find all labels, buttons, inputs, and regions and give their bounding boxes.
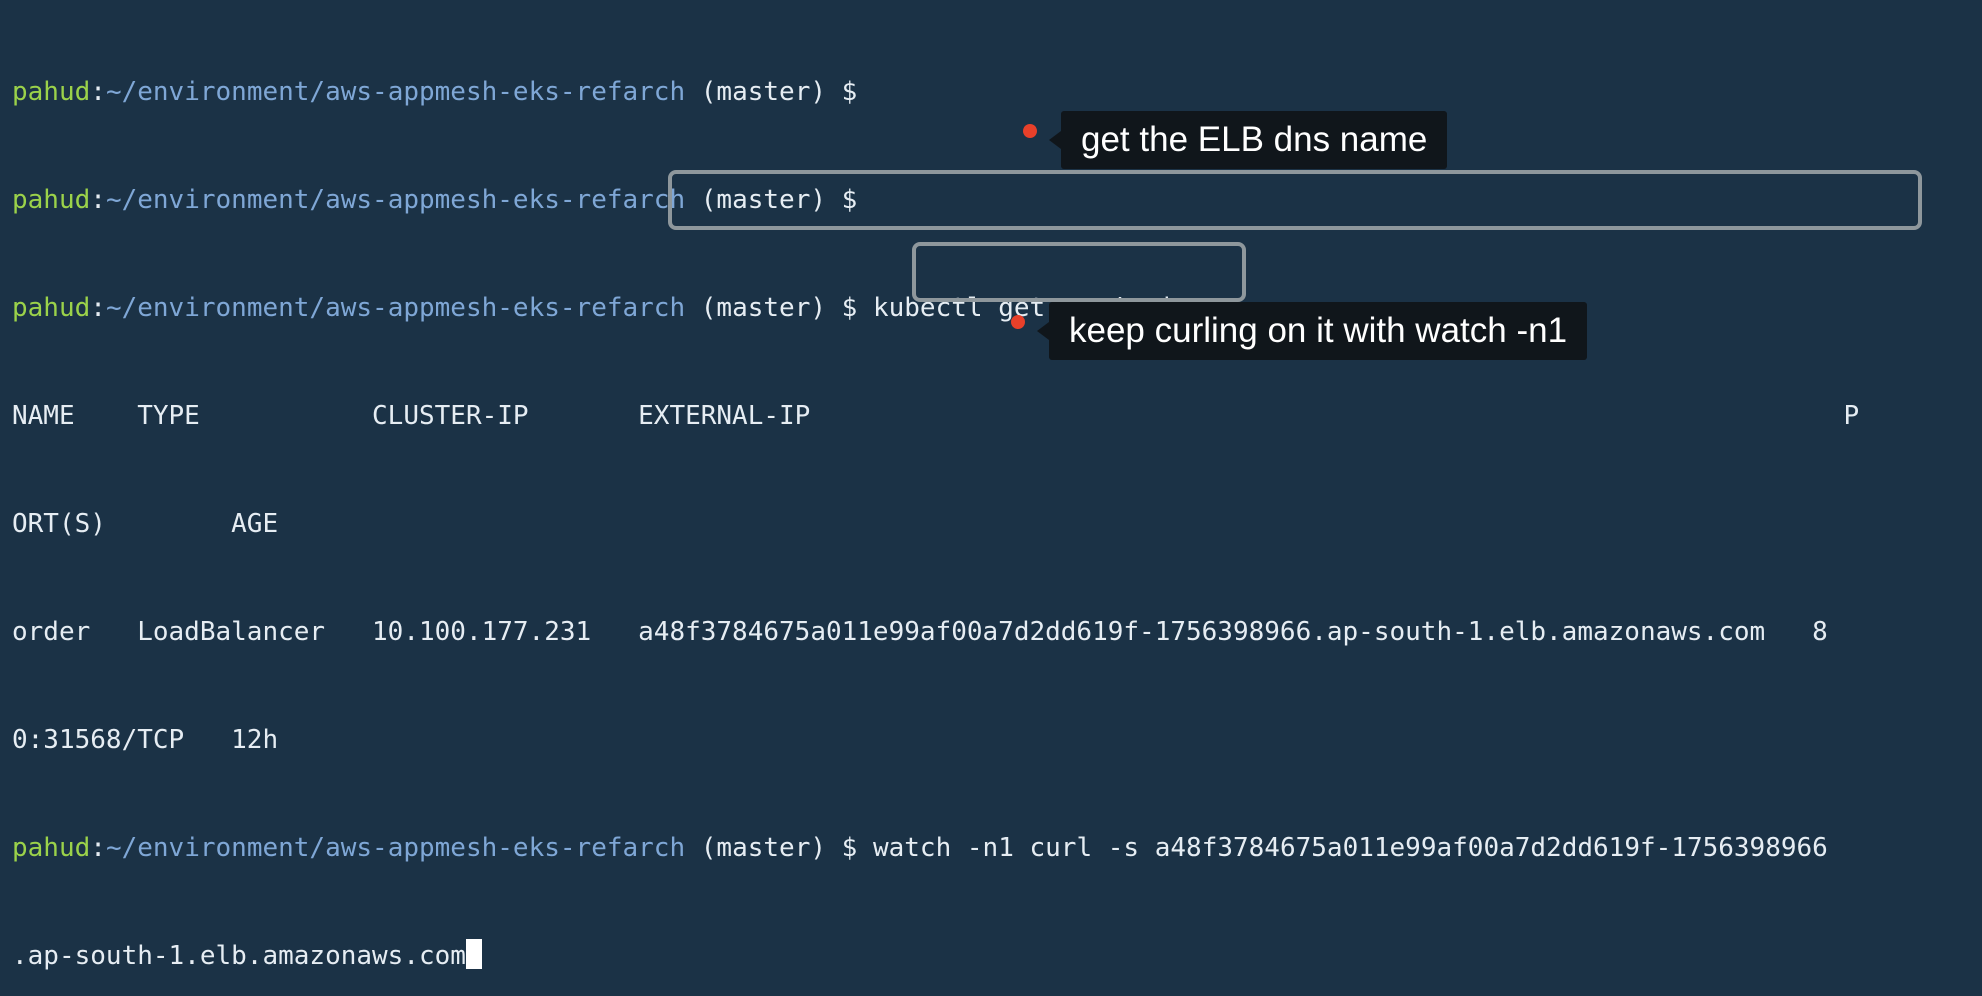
prompt-user: pahud: [12, 293, 91, 323]
table-row-line-2: 0:31568/TCP 12h: [12, 725, 279, 755]
prompt-path: ~/environment/aws-appmesh-eks-refarch: [105, 77, 686, 107]
prompt-path: ~/environment/aws-appmesh-eks-refarch: [105, 293, 686, 323]
prompt-user: pahud: [12, 185, 91, 215]
prompt-path: ~/environment/aws-appmesh-eks-refarch: [105, 833, 686, 863]
elb-callout: get the ELB dns name: [1048, 111, 1448, 169]
prompt-branch: (master) $: [685, 293, 873, 323]
terminal-output[interactable]: pahud:~/environment/aws-appmesh-eks-refa…: [12, 2, 1859, 996]
prompt-user: pahud: [12, 833, 91, 863]
watch-callout: keep curling on it with watch -n1: [1036, 302, 1588, 360]
prompt-branch: (master) $: [685, 833, 873, 863]
prompt-sep: :: [90, 833, 106, 863]
prompt-user: pahud: [12, 77, 91, 107]
watch-annotation-dot: [1011, 315, 1025, 329]
prompt-sep: :: [90, 293, 106, 323]
watch-command-suffix: .ap-south-1.elb.amazonaws.com: [12, 941, 466, 971]
prompt-sep: :: [90, 77, 106, 107]
prompt-line-1: pahud:~/environment/aws-appmesh-eks-refa…: [12, 74, 1859, 110]
table-row-line-1: order LoadBalancer 10.100.177.231 a48f37…: [12, 617, 1828, 647]
table-header-line-2: ORT(S) AGE: [12, 509, 279, 539]
external-ip-highlight-box: [668, 170, 1922, 230]
prompt-branch: (master) $: [685, 77, 873, 107]
terminal-cursor: [465, 939, 482, 969]
watch-command-continuation[interactable]: .ap-south-1.elb.amazonaws.com: [12, 938, 1859, 974]
table-header-line-1: NAME TYPE CLUSTER-IP EXTERNAL-IP P: [12, 401, 1860, 431]
prompt-line-4: pahud:~/environment/aws-appmesh-eks-refa…: [12, 830, 1859, 866]
prompt-path: ~/environment/aws-appmesh-eks-refarch: [105, 185, 686, 215]
elb-annotation-dot: [1023, 124, 1037, 138]
watch-command-highlight-box: [912, 242, 1246, 302]
prompt-sep: :: [90, 185, 106, 215]
watch-command: watch -n1 curl -s a48f3784675a011e99af00…: [872, 833, 1828, 863]
